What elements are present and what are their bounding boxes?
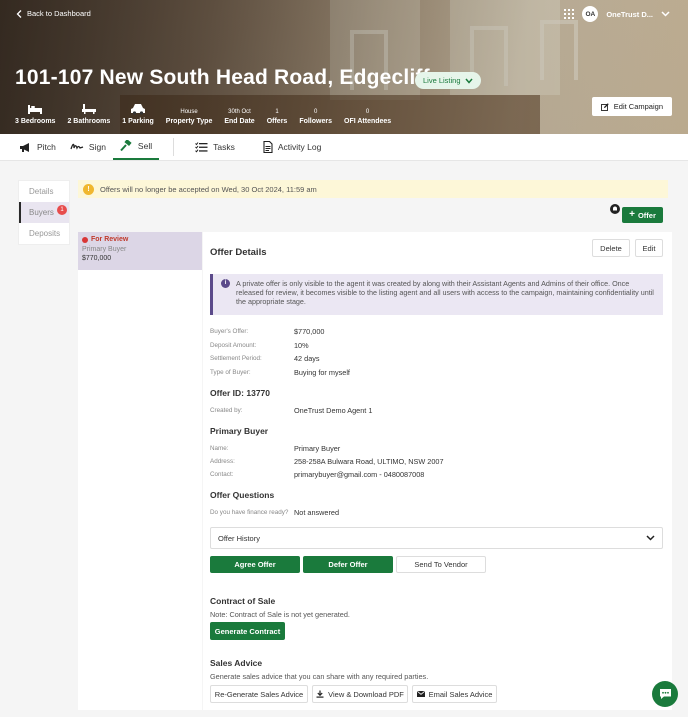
bed-icon [28, 105, 43, 114]
stat-parking: 1 Parking [122, 101, 154, 125]
stat-property-type: House Property Type [165, 109, 213, 125]
detail-row: Address: 258-258A Bulwara Road, ULTIMO, N… [210, 457, 444, 466]
envelope-icon [416, 691, 425, 697]
user-name[interactable]: OneTrust D... [606, 10, 653, 19]
status-dot-icon [82, 236, 88, 243]
document-icon [263, 141, 273, 153]
download-pdf-button[interactable]: View & Download PDF [312, 685, 408, 703]
status-dropdown[interactable]: Live Listing [415, 72, 481, 89]
private-offer-info: i A private offer is only visible to the… [210, 274, 663, 315]
back-label: Back to Dashboard [27, 9, 91, 18]
buyer-email-link[interactable]: primarybuyer@gmail.com [294, 470, 377, 479]
offer-questions-heading: Offer Questions [210, 490, 275, 500]
chevron-left-icon [16, 9, 22, 18]
sales-advice-heading: Sales Advice [210, 658, 263, 668]
chevron-down-icon [464, 78, 473, 84]
stat-ofi-attendees: 0 OFI Attendees [344, 109, 392, 125]
offer-details-title: Offer Details [210, 247, 267, 258]
tab-sign[interactable]: Sign [63, 134, 113, 160]
megaphone-icon [20, 142, 29, 152]
stat-followers: 0 Followers [299, 109, 332, 125]
offer-list-item[interactable]: For Review Primary Buyer $770,000 [78, 232, 202, 270]
chat-bubble-icon[interactable] [652, 681, 678, 707]
apps-grid-icon[interactable] [564, 9, 574, 19]
offer-id-heading: Offer ID: 13770 [210, 388, 270, 398]
gavel-icon [120, 140, 132, 152]
detail-row: Buyer's Offer: $770,000 [210, 327, 325, 336]
contract-heading: Contract of Sale [210, 596, 276, 606]
subnav-item-deposits[interactable]: Deposits [19, 223, 69, 244]
property-stats: 3 Bedrooms 2 Bathrooms 1 Parking House P… [15, 101, 403, 125]
hero-banner: Back to Dashboard OA OneTrust D... 101-1… [0, 0, 688, 134]
detail-row: Contact: primarybuyer@gmail.com - 048008… [210, 470, 425, 479]
warning-icon: ! [83, 183, 94, 195]
offer-amount: $770,000 [82, 255, 112, 262]
back-to-dashboard-link[interactable]: Back to Dashboard [16, 9, 91, 18]
main-tabs: Pitch Sign Sell Tasks Activity Log [0, 134, 688, 161]
bell-icon[interactable] [610, 204, 620, 214]
bath-icon [81, 104, 96, 114]
offer-details-panel: Offer Details Delete Edit i A private of… [203, 232, 672, 710]
offer-list: For Review Primary Buyer $770,000 [78, 232, 202, 710]
signature-icon [70, 143, 84, 150]
page-title: 101-107 New South Head Road, Edgecliff [15, 66, 430, 89]
chevron-down-icon [646, 535, 655, 541]
detail-row: Name: Primary Buyer [210, 444, 341, 453]
detail-row: Created by: OneTrust Demo Agent 1 [210, 406, 373, 415]
buyers-count-badge: 1 [57, 205, 67, 215]
chevron-down-icon[interactable] [661, 11, 670, 17]
tab-tasks[interactable]: Tasks [188, 134, 242, 160]
status-label: Live Listing [423, 76, 461, 85]
offer-status: For Review [91, 236, 129, 243]
stat-offers: 1 Offers [266, 109, 288, 125]
info-icon: i [221, 279, 230, 288]
edit-icon [600, 102, 609, 111]
subnav-item-details[interactable]: Details [19, 181, 69, 202]
defer-offer-button[interactable]: Defer Offer [303, 556, 393, 573]
offer-history-accordion[interactable]: Offer History [210, 527, 663, 549]
offer-buyer: Primary Buyer [82, 246, 127, 253]
tab-sell[interactable]: Sell [112, 134, 160, 160]
stat-end-date: 30th Oct End Date [224, 109, 255, 125]
plus-icon: + [629, 209, 635, 220]
detail-row: Do you have finance ready? Not answered [210, 508, 340, 517]
buyer-phone-link[interactable]: 0480087008 [384, 470, 425, 479]
checklist-icon [195, 141, 208, 152]
detail-row: Deposit Amount: 10% [210, 341, 309, 350]
edit-button[interactable]: Edit [635, 239, 663, 257]
generate-contract-button[interactable]: Generate Contract [210, 622, 285, 640]
edit-campaign-button[interactable]: Edit Campaign [591, 97, 672, 116]
email-sales-advice-button[interactable]: Email Sales Advice [412, 685, 497, 703]
detail-row: Type of Buyer: Buying for myself [210, 368, 350, 377]
subnav-item-buyers[interactable]: Buyers 1 [19, 202, 69, 223]
offer-deadline-alert: ! Offers will no longer be accepted on W… [78, 180, 668, 198]
delete-button[interactable]: Delete [592, 239, 630, 257]
avatar[interactable]: OA [582, 6, 599, 22]
primary-buyer-heading: Primary Buyer [210, 426, 269, 436]
tab-pitch[interactable]: Pitch [12, 134, 63, 160]
agree-offer-button[interactable]: Agree Offer [210, 556, 300, 573]
regenerate-sales-advice-button[interactable]: Re-Generate Sales Advice [210, 685, 308, 703]
contract-note: Note: Contract of Sale is not yet genera… [210, 610, 350, 619]
sales-advice-note: Generate sales advice that you can share… [210, 672, 429, 681]
stat-bedrooms: 3 Bedrooms [15, 101, 55, 125]
sell-subnav: Details Buyers 1 Deposits [18, 180, 70, 245]
stat-bathrooms: 2 Bathrooms [67, 101, 110, 125]
download-icon [316, 690, 324, 698]
add-offer-button[interactable]: + Offer [622, 207, 663, 223]
detail-row: Settlement Period: 42 days [210, 354, 320, 363]
car-icon [131, 104, 146, 115]
send-to-vendor-button[interactable]: Send To Vendor [396, 556, 486, 573]
tab-activity-log[interactable]: Activity Log [256, 134, 328, 160]
